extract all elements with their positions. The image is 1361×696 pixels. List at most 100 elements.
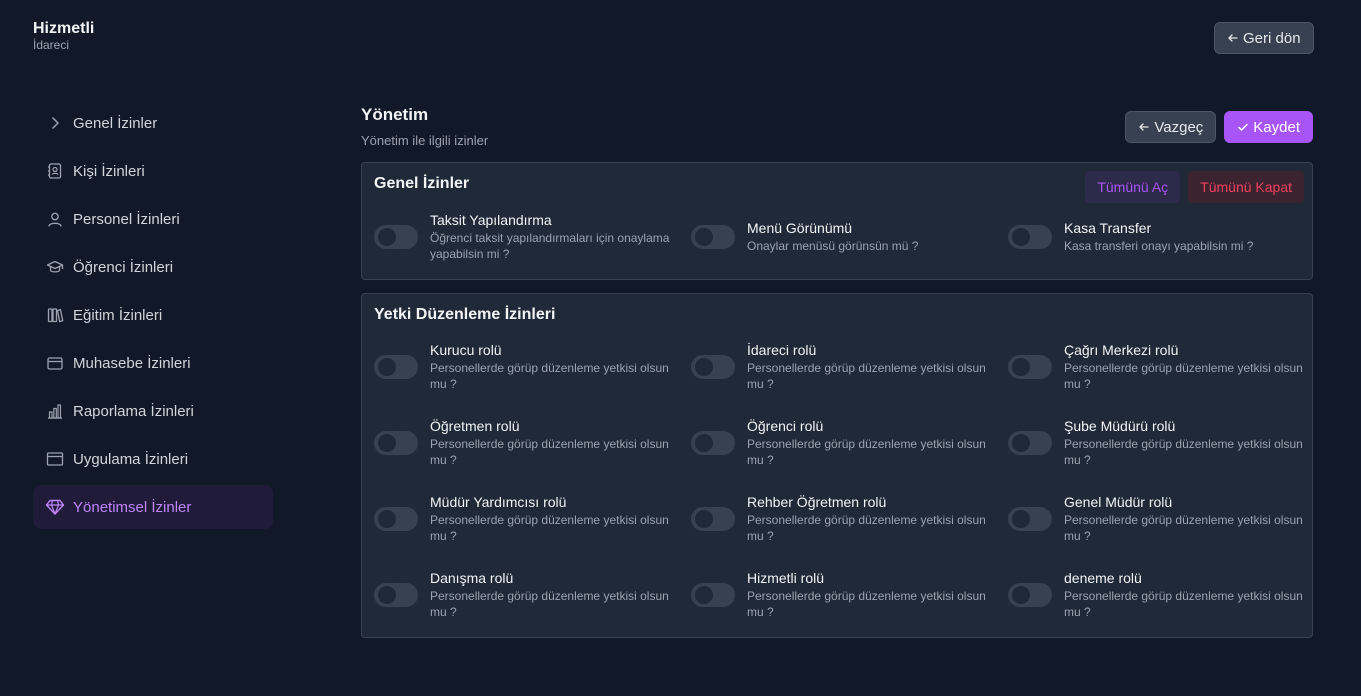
card-actions: Tümünü Aç Tümünü Kapat [1085,171,1304,203]
permission-title: Şube Müdürü rolü [1064,418,1176,434]
permission-toggle[interactable] [374,583,418,607]
permission-item: deneme rolü Personellerde görüp düzenlem… [1008,570,1304,619]
sidebar-item-label: Muhasebe İzinleri [73,354,191,372]
permission-text: Kasa Transfer Kasa transferi onayı yapab… [1064,220,1304,254]
sidebar-item-ogrenci[interactable]: Öğrenci İzinleri [33,245,273,289]
card-title: Yetki Düzenleme İzinleri [374,306,556,323]
save-button-label: Kaydet [1253,118,1300,136]
page-subtitle: Yönetim ile ilgili izinler [361,133,489,148]
permission-text: Çağrı Merkezi rolü Personellerde görüp d… [1064,342,1304,392]
permission-item: Hizmetli rolü Personellerde görüp düzenl… [691,570,1008,619]
cancel-button[interactable]: Vazgeç [1125,111,1217,143]
role-permissions-grid: Kurucu rolü Personellerde görüp düzenlem… [374,342,1304,619]
sidebar-item-label: Yönetimsel İzinler [73,498,192,516]
permission-item: Menü Görünümü Onaylar menüsü görünsün mü… [691,217,1008,257]
permission-title: Taksit Yapılandırma [430,212,552,228]
back-button-label: Geri dön [1243,29,1301,47]
permission-item: Şube Müdürü rolü Personellerde görüp düz… [1008,418,1304,467]
permission-text: Kurucu rolü Personellerde görüp düzenlem… [430,342,670,392]
app-window-icon [45,449,65,469]
back-button[interactable]: Geri dön [1214,22,1314,54]
permission-title: Kasa Transfer [1064,220,1152,236]
brand-title: Hizmetli [33,20,95,37]
permission-item: Kurucu rolü Personellerde görüp düzenlem… [374,342,691,391]
sidebar: Genel İzinler Kişi İzinleri Personel İzi… [33,101,273,533]
sidebar-item-uygulama[interactable]: Uygulama İzinleri [33,437,273,481]
permission-item: Öğrenci rolü Personellerde görüp düzenle… [691,418,1008,467]
permission-toggle[interactable] [374,431,418,455]
permission-toggle[interactable] [374,507,418,531]
permission-text: İdareci rolü Personellerde görüp düzenle… [747,342,987,392]
permission-description: Personellerde görüp düzenleme yetkisi ol… [1064,513,1303,543]
permission-description: Onaylar menüsü görünsün mü ? [747,239,919,253]
wallet-icon [45,353,65,373]
sidebar-item-raporlama[interactable]: Raporlama İzinleri [33,389,273,433]
save-button[interactable]: Kaydet [1224,111,1313,143]
permission-text: Şube Müdürü rolü Personellerde görüp düz… [1064,418,1304,468]
permission-toggle[interactable] [691,355,735,379]
permission-toggle[interactable] [1008,507,1052,531]
bar-chart-icon [45,401,65,421]
permission-text: Öğrenci rolü Personellerde görüp düzenle… [747,418,987,468]
permission-description: Personellerde görüp düzenleme yetkisi ol… [747,437,986,467]
sidebar-item-label: Öğrenci İzinleri [73,258,174,276]
cancel-button-label: Vazgeç [1154,118,1204,136]
permission-text: Hizmetli rolü Personellerde görüp düzenl… [747,570,987,620]
permission-toggle[interactable] [691,507,735,531]
permission-description: Personellerde görüp düzenleme yetkisi ol… [747,361,986,391]
page-title: Yönetim [361,105,429,124]
permission-description: Personellerde görüp düzenleme yetkisi ol… [747,513,986,543]
permission-text: Genel Müdür rolü Personellerde görüp düz… [1064,494,1304,544]
sidebar-item-label: Eğitim İzinleri [73,306,163,324]
sidebar-item-label: Raporlama İzinleri [73,402,194,420]
permission-description: Personellerde görüp düzenleme yetkisi ol… [430,361,669,391]
diamond-icon [45,497,65,517]
permission-item: Kasa Transfer Kasa transferi onayı yapab… [1008,217,1304,257]
arrow-left-icon [1227,32,1239,44]
permission-toggle[interactable] [1008,431,1052,455]
arrow-left-icon [1138,121,1150,133]
permission-item: Çağrı Merkezi rolü Personellerde görüp d… [1008,342,1304,391]
sidebar-item-label: Kişi İzinleri [73,162,145,180]
permission-description: Personellerde görüp düzenleme yetkisi ol… [430,589,669,619]
permission-toggle[interactable] [691,431,735,455]
permission-title: Kurucu rolü [430,342,502,358]
sidebar-item-personel[interactable]: Personel İzinleri [33,197,273,241]
permission-toggle[interactable] [691,225,735,249]
sidebar-item-egitim[interactable]: Eğitim İzinleri [33,293,273,337]
open-all-button[interactable]: Tümünü Aç [1085,171,1181,203]
sidebar-item-yonetimsel[interactable]: Yönetimsel İzinler [33,485,273,529]
permission-description: Öğrenci taksit yapılandırmaları için ona… [430,231,670,261]
permission-toggle[interactable] [374,225,418,249]
permission-toggle[interactable] [374,355,418,379]
sidebar-item-label: Personel İzinleri [73,210,180,228]
permission-text: Rehber Öğretmen rolü Personellerde görüp… [747,494,987,544]
permission-toggle[interactable] [1008,355,1052,379]
permission-item: Öğretmen rolü Personellerde görüp düzenl… [374,418,691,467]
permission-title: Öğretmen rolü [430,418,520,434]
permission-toggle[interactable] [1008,225,1052,249]
permission-title: Hizmetli rolü [747,570,825,586]
role-permissions-card: Yetki Düzenleme İzinleri Kurucu rolü Per… [361,293,1313,638]
sidebar-item-muhasebe[interactable]: Muhasebe İzinleri [33,341,273,385]
close-all-button[interactable]: Tümünü Kapat [1188,171,1304,203]
sidebar-item-label: Uygulama İzinleri [73,450,189,468]
permission-item: Danışma rolü Personellerde görüp düzenle… [374,570,691,619]
sidebar-item-genel[interactable]: Genel İzinler [33,101,273,145]
permission-text: deneme rolü Personellerde görüp düzenlem… [1064,570,1304,620]
brand-subtitle: İdareci [33,38,70,52]
permission-text: Taksit Yapılandırma Öğrenci taksit yapıl… [430,212,670,262]
permission-text: Müdür Yardımcısı rolü Personellerde görü… [430,494,670,544]
permission-title: Rehber Öğretmen rolü [747,494,887,510]
permission-toggle[interactable] [691,583,735,607]
check-icon [1237,121,1249,133]
card-title: Genel İzinler [374,175,470,192]
page-actions: Vazgeç Kaydet [1125,111,1313,143]
permission-title: Genel Müdür rolü [1064,494,1173,510]
permission-item: Rehber Öğretmen rolü Personellerde görüp… [691,494,1008,543]
permission-text: Danışma rolü Personellerde görüp düzenle… [430,570,670,620]
permission-title: İdareci rolü [747,342,817,358]
permission-toggle[interactable] [1008,583,1052,607]
permission-description: Kasa transferi onayı yapabilsin mi ? [1064,239,1254,253]
sidebar-item-kisi[interactable]: Kişi İzinleri [33,149,273,193]
